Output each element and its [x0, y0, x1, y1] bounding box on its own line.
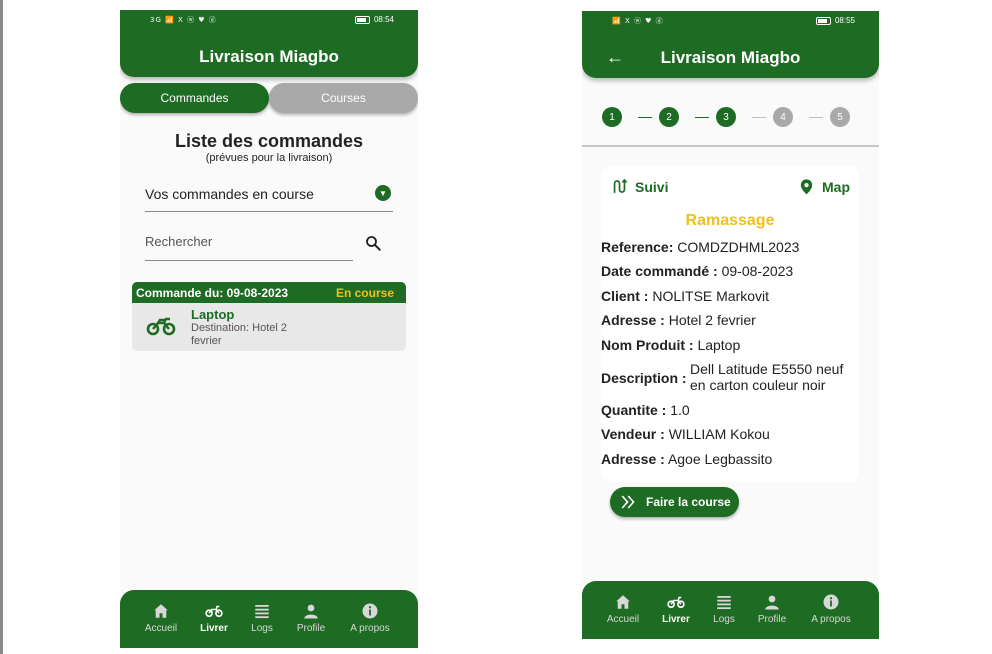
field-client: Client : NOLITSE Markovit: [601, 288, 770, 304]
description-label: Description :: [601, 370, 687, 386]
status-icons: 3G 📶 X ⓦ ♥ ⓓ: [150, 16, 217, 24]
field-address: Adresse : Hotel 2 fevrier: [601, 312, 756, 328]
status-time: 08:55: [834, 16, 855, 25]
nav-label: Accueil: [144, 623, 178, 634]
info-icon: [362, 603, 378, 619]
search-field: [145, 230, 353, 261]
nav-a-propos[interactable]: A propos: [801, 593, 861, 625]
battery-icon: [815, 16, 831, 25]
orders-screen: 3G 📶 X ⓦ ♥ ⓓ 08:54 Livraison Miagbo Comm…: [120, 10, 418, 648]
motorcycle-icon: [146, 317, 176, 336]
status-right: 08:55: [815, 16, 855, 25]
progress-stepper: 1 2 3 4 5: [582, 107, 879, 129]
dropdown-selected-value: Vos commandes en course: [145, 186, 314, 202]
home-icon: [616, 595, 630, 609]
order-product: Laptop: [191, 307, 235, 322]
nav-label: Livrer: [200, 623, 228, 634]
nav-label: Profile: [296, 623, 326, 634]
nav-accueil[interactable]: Accueil: [131, 602, 191, 634]
start-delivery-label: Faire la course: [646, 495, 731, 509]
list-title: Liste des commandes: [174, 131, 364, 151]
list-icon: [717, 596, 731, 610]
status-right: 08:54: [354, 15, 394, 24]
motorcycle-icon: [667, 596, 685, 609]
nav-label: A propos: [811, 614, 851, 625]
app-header: 3G 📶 X ⓦ ♥ ⓓ 08:54 Livraison Miagbo: [120, 10, 418, 77]
double-chevron-right-icon: [621, 495, 635, 509]
order-card-header: Commande du: 09-08-2023 En course: [132, 282, 406, 303]
search-icon[interactable]: [364, 234, 382, 252]
order-date: Commande du: 09-08-2023: [136, 286, 289, 300]
map-link-label: Map: [822, 178, 850, 195]
field-description: Description : Dell Latitude E5550 neuf e…: [601, 361, 859, 395]
battery-icon: [354, 15, 370, 24]
page-title: Livraison Miagbo: [660, 48, 801, 67]
order-filter-dropdown[interactable]: Vos commandes en course ▼: [145, 180, 393, 212]
field-product: Nom Produit : Laptop: [601, 337, 741, 353]
status-icons: 📶 X ⓦ ♥ ⓓ: [612, 17, 664, 25]
tab-commandes[interactable]: Commandes: [120, 83, 269, 113]
order-card[interactable]: Commande du: 09-08-2023 En course Laptop…: [132, 282, 406, 351]
window-edge: [0, 0, 3, 654]
track-link[interactable]: Suivi: [611, 178, 668, 195]
order-card-body: Laptop Destination: Hotel 2 fevrier: [132, 303, 406, 351]
nav-label: Livrer: [662, 614, 690, 625]
status-time: 08:54: [373, 15, 394, 24]
step-5[interactable]: 5: [830, 107, 850, 127]
nav-profile[interactable]: Profile: [281, 602, 341, 634]
status-bar: 3G 📶 X ⓦ ♥ ⓓ 08:54: [120, 14, 418, 28]
list-subtitle: (prévues pour la livraison): [205, 152, 333, 164]
step-1[interactable]: 1: [602, 107, 622, 127]
nav-label: Accueil: [606, 614, 640, 625]
bottom-nav: Accueil Livrer Logs Profile A propos: [120, 590, 418, 648]
motorcycle-icon: [205, 605, 223, 618]
order-destination: Destination: Hotel 2 fevrier: [191, 322, 287, 347]
start-delivery-button[interactable]: Faire la course: [610, 487, 739, 517]
description-value: Dell Latitude E5550 neuf en carton coule…: [690, 361, 844, 393]
order-detail-card: Suivi Map Ramassage Reference: COMDZDHML…: [601, 166, 859, 482]
step-connector: [752, 117, 766, 118]
delivery-phase: Ramassage: [685, 212, 775, 229]
chevron-down-icon: ▼: [375, 185, 391, 201]
tab-courses[interactable]: Courses: [269, 83, 418, 113]
home-icon: [154, 604, 168, 618]
track-link-label: Suivi: [635, 178, 669, 195]
field-seller: Vendeur : WILLIAM Kokou: [601, 426, 770, 442]
divider: [582, 145, 879, 147]
delivery-detail-screen: 📶 X ⓦ ♥ ⓓ 08:55 ← Livraison Miagbo 1 2 3…: [582, 11, 879, 639]
step-connector: [809, 117, 823, 118]
nav-label: Logs: [713, 614, 735, 625]
nav-label: A propos: [350, 623, 390, 634]
field-reference: Reference: COMDZDHML2023: [601, 239, 800, 255]
nav-accueil[interactable]: Accueil: [593, 593, 653, 625]
step-connector: [695, 117, 709, 118]
person-icon: [304, 604, 318, 619]
field-quantity: Quantite : 1.0: [601, 402, 690, 418]
page-title: Livraison Miagbo: [199, 47, 339, 66]
field-date: Date commandé : 09-08-2023: [601, 263, 794, 279]
nav-a-propos[interactable]: A propos: [340, 602, 400, 634]
app-header: 📶 X ⓦ ♥ ⓓ 08:55 ← Livraison Miagbo: [582, 11, 879, 78]
search-input[interactable]: [145, 234, 345, 249]
nav-label: Profile: [757, 614, 787, 625]
status-badge: En course: [335, 286, 394, 300]
bottom-nav: Accueil Livrer Logs Profile A propos: [582, 581, 879, 639]
step-3[interactable]: 3: [716, 107, 736, 127]
status-bar: 📶 X ⓦ ♥ ⓓ 08:55: [582, 15, 879, 29]
field-seller-address: Adresse : Agoe Legbassito: [601, 451, 773, 467]
info-icon: [823, 594, 839, 610]
map-pin-icon: [800, 179, 813, 195]
step-2[interactable]: 2: [659, 107, 679, 127]
person-icon: [765, 595, 779, 610]
nav-label: Logs: [251, 623, 273, 634]
nav-profile[interactable]: Profile: [742, 593, 802, 625]
step-4[interactable]: 4: [773, 107, 793, 127]
list-icon: [255, 605, 269, 619]
route-icon: [613, 178, 628, 193]
map-link[interactable]: Map: [798, 178, 850, 195]
tab-bar: Commandes Courses: [120, 83, 418, 113]
step-connector: [638, 117, 652, 118]
